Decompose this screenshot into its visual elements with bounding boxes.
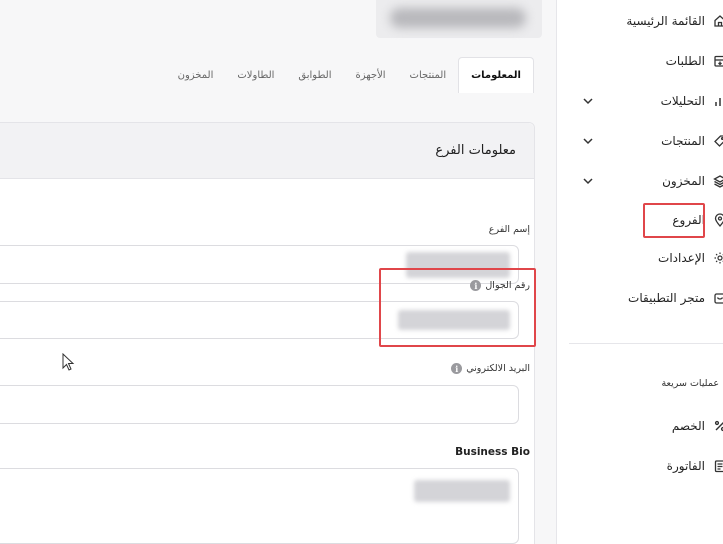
email-label: البريد الالكتروني i xyxy=(451,363,530,374)
chart-icon xyxy=(713,94,723,108)
tab-inventory[interactable]: المخزون xyxy=(166,58,226,92)
orders-icon xyxy=(713,54,723,68)
home-icon xyxy=(713,14,723,28)
invoice-icon xyxy=(713,459,723,473)
redacted-value xyxy=(398,310,510,330)
tab-bar: المعلومات المنتجات الأجهزة الطوابق الطاو… xyxy=(166,57,534,93)
mobile-input[interactable] xyxy=(0,301,519,339)
redacted-value xyxy=(406,251,510,278)
sidebar-item-products[interactable]: المنتجات xyxy=(661,130,723,152)
gear-icon xyxy=(713,251,723,265)
branch-name-input[interactable] xyxy=(0,245,519,284)
quick-action-discount[interactable]: الخصم xyxy=(672,415,723,437)
redacted-value xyxy=(414,480,510,502)
sidebar-item-home[interactable]: القائمة الرئيسية xyxy=(626,10,723,32)
store-icon xyxy=(713,291,723,305)
percent-icon xyxy=(713,419,723,433)
tab-info[interactable]: المعلومات xyxy=(458,57,534,93)
quick-action-invoice[interactable]: الفاتورة xyxy=(667,455,723,477)
card-title: معلومات الفرع xyxy=(435,143,516,158)
tab-floors[interactable]: الطوابق xyxy=(286,58,343,92)
mouse-cursor-icon xyxy=(62,353,75,371)
sidebar-item-inventory[interactable]: المخزون xyxy=(662,170,723,192)
tab-tables[interactable]: الطاولات xyxy=(225,58,286,92)
location-pin-icon xyxy=(713,213,723,227)
info-icon[interactable]: i xyxy=(470,280,482,291)
sidebar: القائمة الرئيسية الطلبات التحليلات المنت… xyxy=(556,0,723,544)
sidebar-item-analytics[interactable]: التحليلات xyxy=(661,90,723,112)
quick-actions-title: عمليات سريعة xyxy=(661,378,719,389)
chevron-down-icon[interactable] xyxy=(581,174,595,188)
layers-icon xyxy=(713,174,723,188)
sidebar-item-app-store[interactable]: متجر التطبيقات xyxy=(628,287,723,309)
tab-devices[interactable]: الأجهزة xyxy=(344,58,398,92)
sidebar-item-branches[interactable]: الفروع xyxy=(672,209,723,231)
sidebar-divider xyxy=(569,343,723,344)
header-user-info-redacted xyxy=(376,0,542,38)
bio-label: Business Bio xyxy=(455,446,530,458)
mobile-label: رقم الجوال i xyxy=(470,280,530,291)
sidebar-item-orders[interactable]: الطلبات xyxy=(666,50,723,72)
bio-textarea[interactable] xyxy=(0,468,519,544)
sidebar-item-settings[interactable]: الإعدادات xyxy=(658,247,723,269)
branch-name-label: إسم الفرع xyxy=(488,224,530,235)
main-content: المعلومات المنتجات الأجهزة الطوابق الطاو… xyxy=(0,0,556,544)
card-header: معلومات الفرع xyxy=(0,123,534,179)
tag-icon xyxy=(713,134,723,148)
chevron-down-icon[interactable] xyxy=(581,94,595,108)
chevron-down-icon[interactable] xyxy=(581,134,595,148)
email-input[interactable] xyxy=(0,385,519,424)
info-icon[interactable]: i xyxy=(451,363,463,374)
tab-products[interactable]: المنتجات xyxy=(398,58,459,92)
